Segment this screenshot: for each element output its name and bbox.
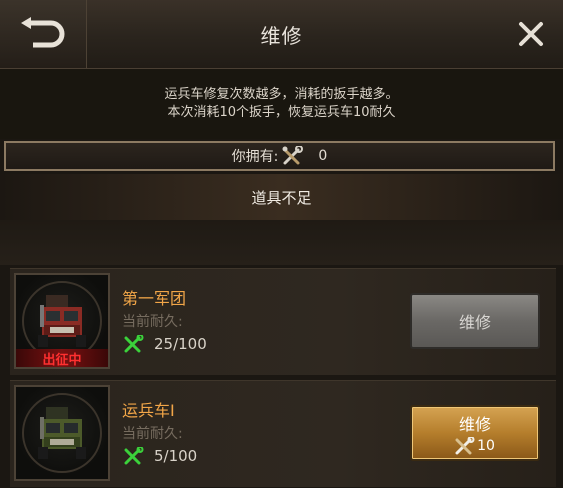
dialog-header: 维修 [0, 0, 563, 69]
status-badge: 出征中 [16, 349, 108, 367]
repair-info: 运兵车修复次数越多，消耗的扳手越多。 本次消耗10个扳手，恢复运兵车10耐久 [0, 69, 563, 139]
durability-row: 25/100 [124, 335, 207, 353]
truck-portrait: 出征中 [14, 273, 110, 369]
repair-button[interactable]: 维修 [410, 293, 540, 349]
wrench-icon [282, 146, 304, 165]
owned-items-bar: 你拥有: 0 [4, 141, 555, 171]
durability-icon [124, 447, 144, 465]
repair-button-label: 维修 [458, 415, 491, 434]
unit-name: 第一军团 [122, 289, 187, 308]
truck-portrait [14, 385, 110, 481]
insufficient-banner: 道具不足 [0, 174, 563, 220]
repair-cost-value: 10 [477, 438, 495, 454]
durability-value: 25/100 [154, 335, 207, 353]
repair-button-label: 维修 [458, 313, 491, 332]
list-spacer [0, 220, 563, 265]
durability-value: 5/100 [154, 447, 198, 465]
info-line-1: 运兵车修复次数越多，消耗的扳手越多。 [164, 87, 399, 102]
repair-button[interactable]: 维修 10 [410, 405, 540, 461]
durability-row: 5/100 [124, 447, 197, 465]
repair-dialog: 维修 运兵车修复次数越多，消耗的扳手越多。 本次消耗10个扳手，恢复运兵车10耐… [0, 0, 563, 488]
owned-label: 你拥有: [231, 149, 279, 165]
close-button[interactable] [513, 16, 549, 52]
green-truck-icon [38, 407, 86, 459]
durability-label: 当前耐久: [122, 314, 183, 330]
durability-icon [124, 335, 144, 353]
repair-cost: 10 [455, 437, 495, 455]
unit-name: 运兵车I [122, 401, 175, 420]
close-icon [519, 22, 543, 46]
list-item: 运兵车I 当前耐久: 5/100 维修 10 [10, 380, 556, 487]
list-item: 出征中 第一军团 当前耐久: 25/100 维修 [10, 268, 556, 375]
info-line-2: 本次消耗10个扳手，恢复运兵车10耐久 [167, 105, 396, 120]
wrench-icon [455, 437, 475, 455]
dialog-title: 维修 [260, 23, 303, 48]
durability-label: 当前耐久: [122, 426, 183, 442]
owned-count: 0 [318, 148, 328, 164]
